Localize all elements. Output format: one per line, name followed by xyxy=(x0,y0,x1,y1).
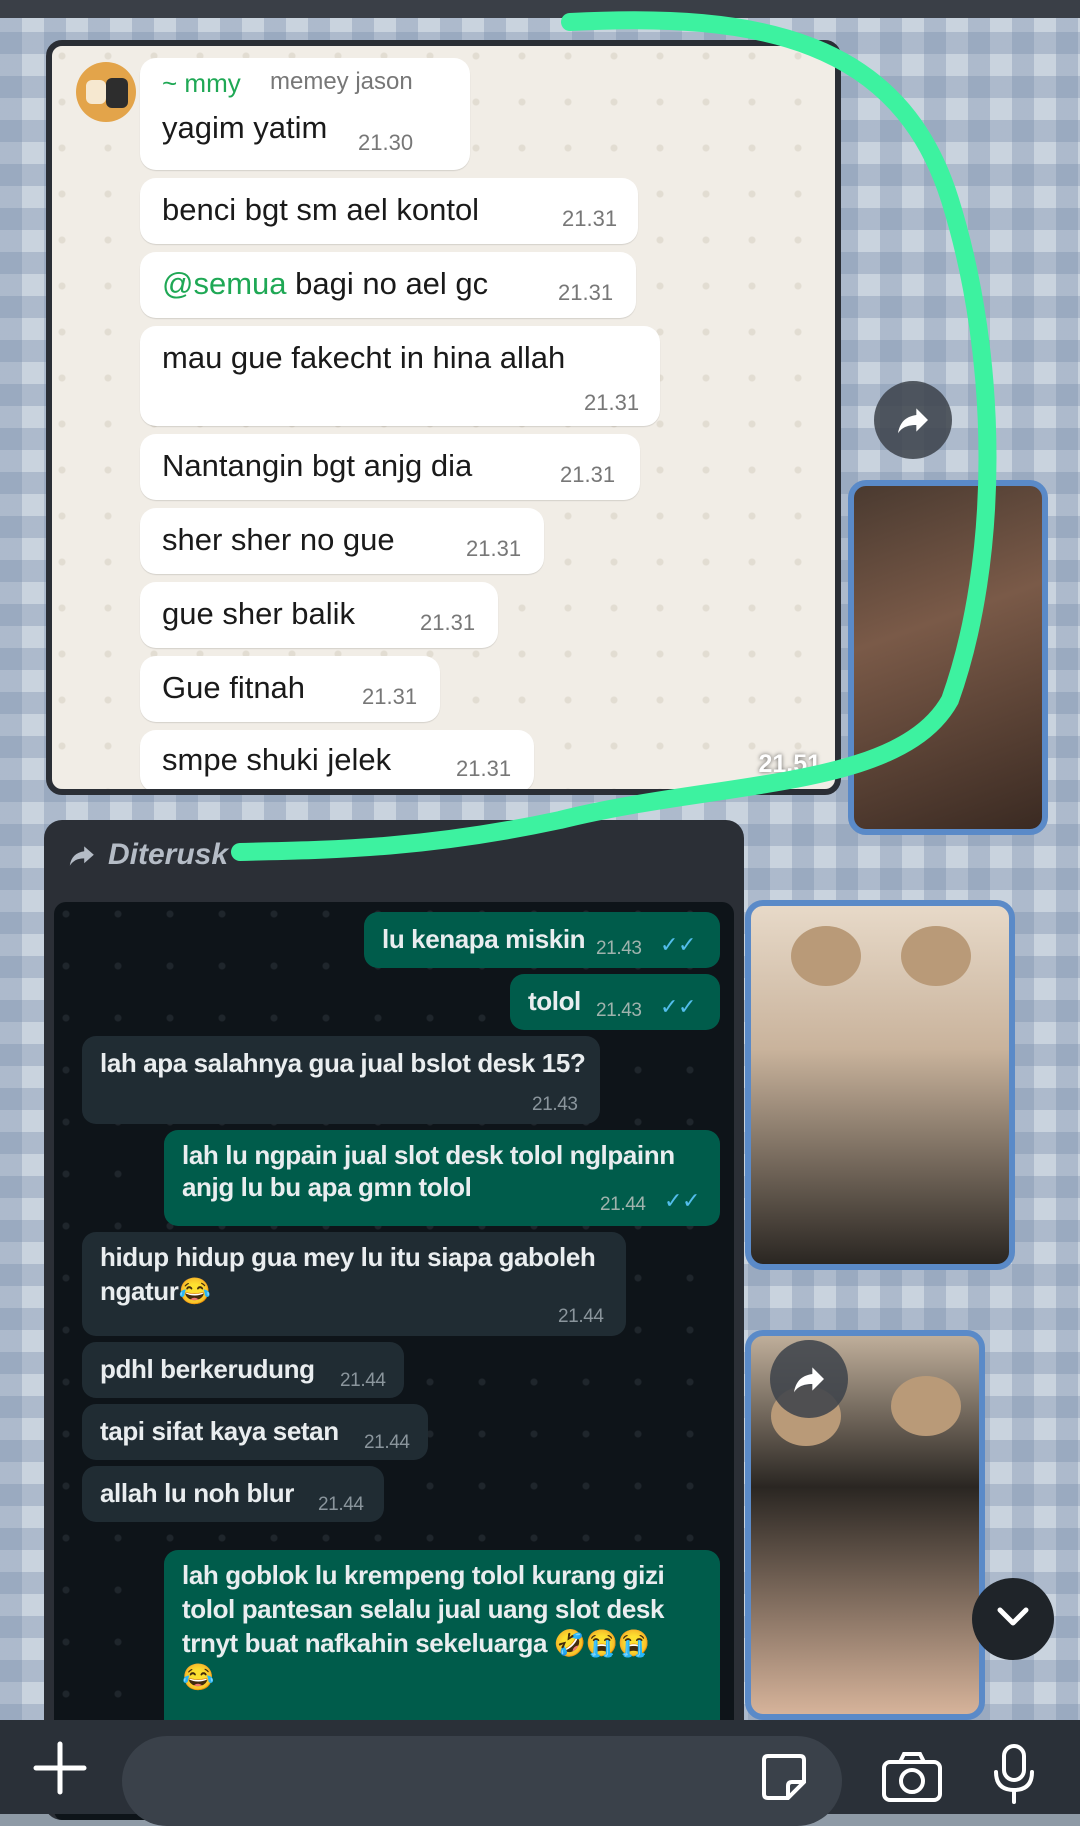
message-input-container[interactable] xyxy=(122,1736,842,1826)
message-input[interactable] xyxy=(152,1756,716,1798)
annotation-scribble xyxy=(231,11,997,861)
scroll-down-button[interactable] xyxy=(972,1578,1054,1660)
sticker-icon[interactable] xyxy=(756,1750,812,1806)
attach-plus-icon[interactable] xyxy=(30,1738,90,1798)
camera-icon[interactable] xyxy=(880,1748,944,1804)
message-composer xyxy=(0,1720,1080,1826)
microphone-icon[interactable] xyxy=(992,1742,1036,1806)
chevron-down-icon xyxy=(997,1607,1029,1626)
